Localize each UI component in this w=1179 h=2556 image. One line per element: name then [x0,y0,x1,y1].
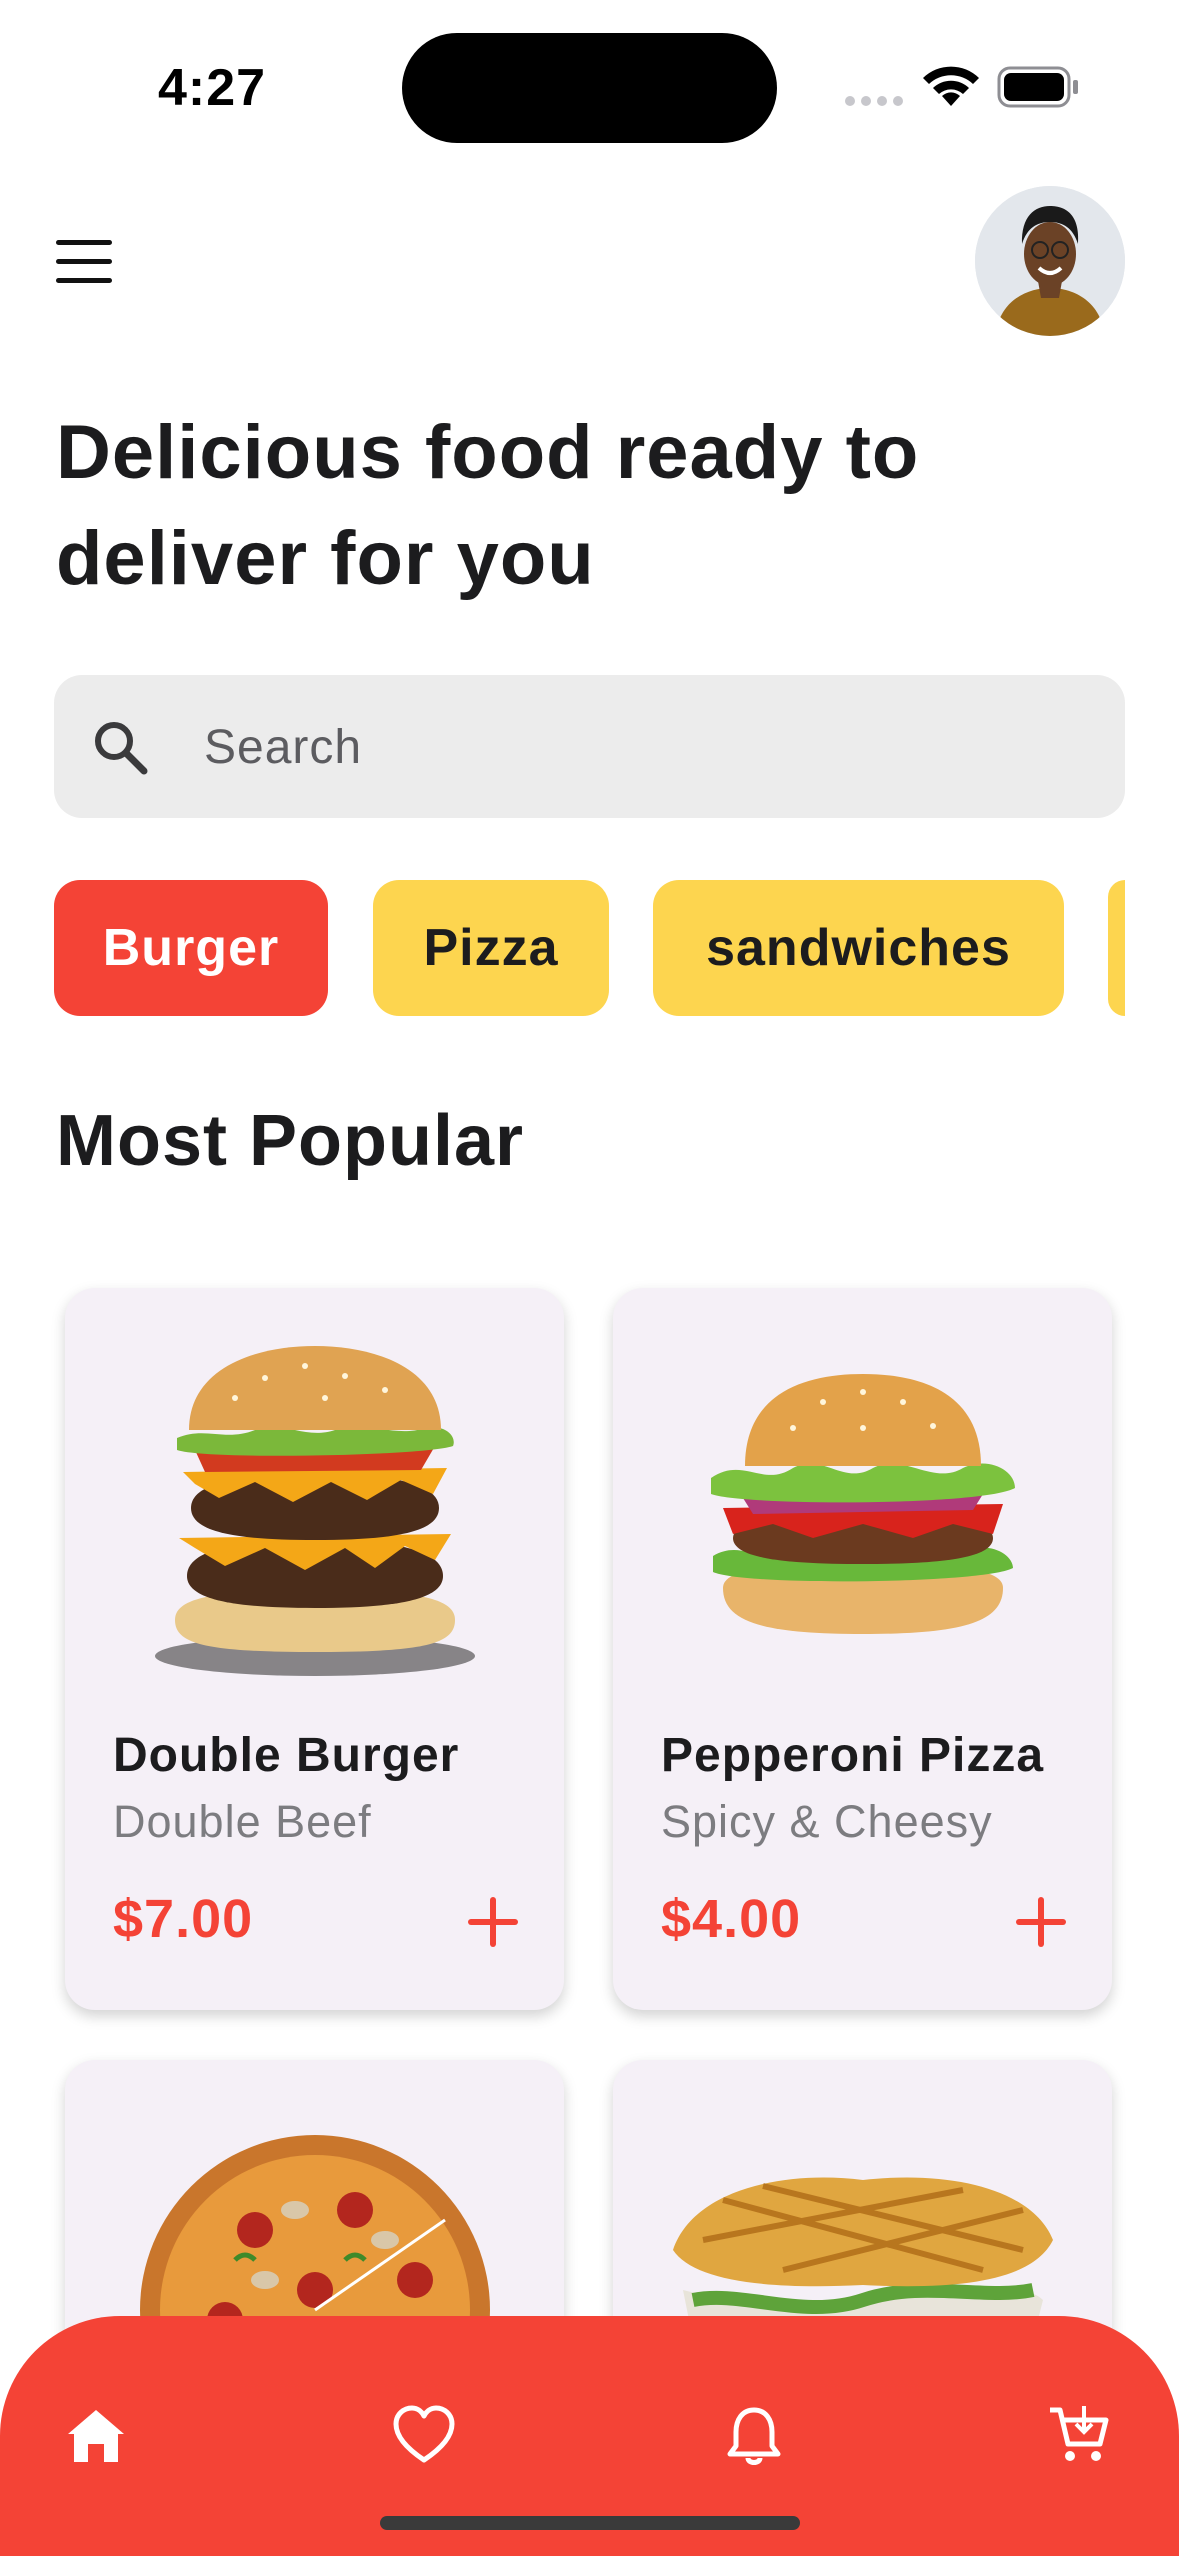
category-chip-partial[interactable] [1108,880,1125,1016]
status-time: 4:27 [158,59,267,117]
search-icon [95,722,148,775]
category-chip-sandwiches[interactable]: sandwiches [653,880,1064,1016]
double-burger-image [155,1346,475,1676]
user-avatar[interactable] [975,186,1125,336]
product-price: $7.00 [113,1889,254,1949]
product-subtitle: Double Beef [113,1796,372,1847]
add-to-cart-button[interactable] [463,1892,523,1952]
cart-icon[interactable] [1048,2404,1112,2468]
search-input[interactable] [204,710,1084,784]
product-card-pepperoni-pizza[interactable]: Pepperoni Pizza Spicy & Cheesy $4.00 [613,1288,1112,2010]
bell-icon[interactable] [722,2404,786,2468]
add-to-cart-button[interactable] [1011,1892,1071,1952]
battery-icon [997,66,1078,108]
bottom-navigation-bar [0,2316,1179,2556]
product-subtitle: Spicy & Cheesy [661,1796,993,1847]
page-headline: Delicious food ready to deliver for you [56,410,920,601]
cellular-signal-icon [845,96,903,106]
home-icon[interactable] [64,2404,128,2468]
section-title-most-popular: Most Popular [56,1101,525,1181]
hamburger-menu-icon[interactable] [56,240,112,284]
product-card-double-burger[interactable]: Double Burger Double Beef $7.00 [65,1288,564,2010]
heart-icon[interactable] [392,2404,456,2468]
avatar-illustration [975,186,1125,336]
home-indicator[interactable] [380,2516,800,2530]
category-chip-pizza[interactable]: Pizza [373,880,609,1016]
product-name: Double Burger [113,1729,460,1782]
dynamic-island [402,33,777,143]
burger-image [711,1374,1015,1634]
category-chip-burger[interactable]: Burger [54,880,328,1016]
product-price: $4.00 [661,1889,802,1949]
product-name: Pepperoni Pizza [661,1729,1045,1782]
wifi-icon [923,66,979,106]
